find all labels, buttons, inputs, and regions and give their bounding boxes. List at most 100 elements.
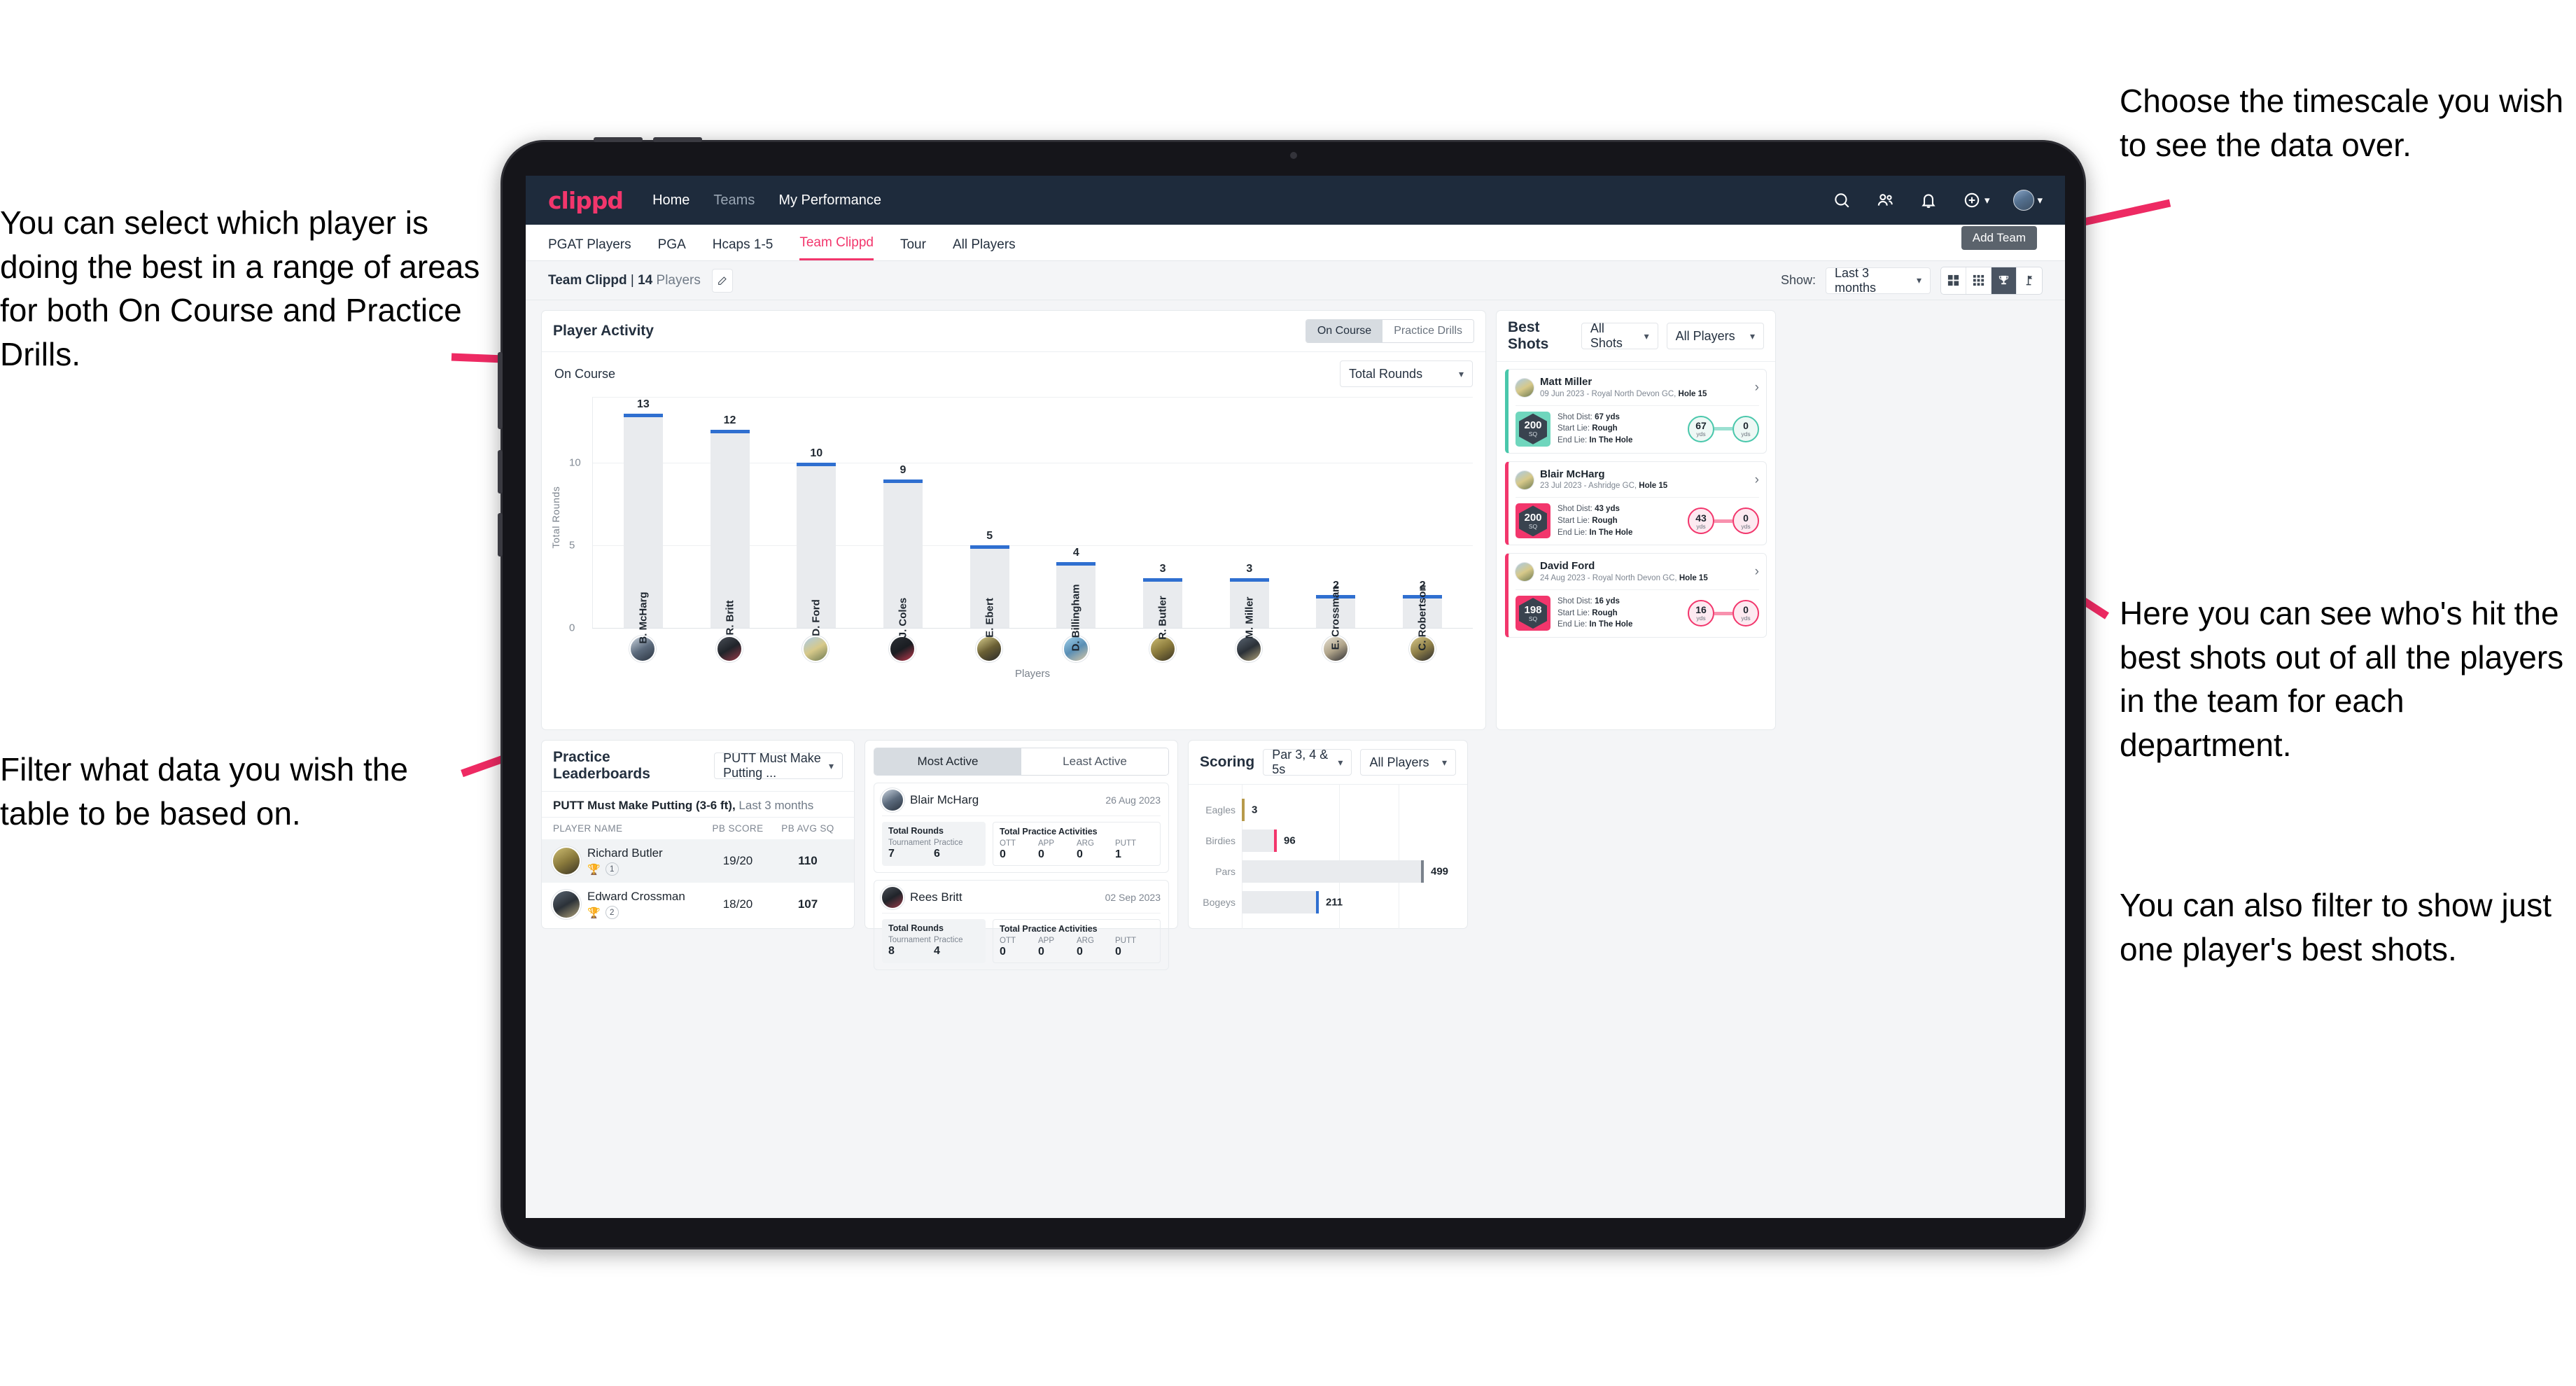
- avatar[interactable]: [802, 636, 830, 662]
- annotation-left-bottom: Filter what data you wish the table to b…: [0, 751, 408, 832]
- chart-bar[interactable]: E. Crossman: [1316, 586, 1356, 650]
- chart-bar-column[interactable]: 2 E. Crossman: [1293, 397, 1380, 650]
- table-row[interactable]: Richard Butler 🏆 1 19/20 110: [542, 839, 854, 883]
- chart-bar[interactable]: E. Ebert: [969, 545, 1009, 638]
- chart-bar[interactable]: D. Billingham: [1056, 561, 1096, 651]
- scoring-bar-row[interactable]: Bogeys 211: [1197, 887, 1459, 918]
- avatar[interactable]: [2013, 190, 2035, 211]
- drill-select[interactable]: PUTT Must Make Putting ... ▾: [714, 751, 843, 780]
- nav-link-home[interactable]: Home: [652, 192, 690, 209]
- tab-tour[interactable]: Tour: [900, 237, 926, 260]
- add-team-tooltip[interactable]: Add Team: [1961, 226, 2037, 250]
- grid-small-icon[interactable]: [1966, 267, 1991, 294]
- scoring-bar-row[interactable]: Birdies 96: [1197, 825, 1459, 856]
- tab-all-players[interactable]: All Players: [953, 237, 1016, 260]
- chart-bar-column[interactable]: 12 R. Britt: [687, 397, 774, 636]
- scoring-bar-row[interactable]: Eagles 3: [1197, 794, 1459, 825]
- grid-large-icon[interactable]: [1941, 267, 1966, 294]
- leaderboard-pb-avg-sq: 110: [798, 854, 818, 867]
- par-select[interactable]: Par 3, 4 & 5s ▾: [1263, 748, 1352, 776]
- chart-bar-value: 10: [810, 447, 823, 460]
- people-icon[interactable]: [1875, 190, 1895, 210]
- activity-player-card[interactable]: Rees Britt 02 Sep 2023 Total Rounds Tournam…: [874, 880, 1169, 970]
- avatar: [1516, 563, 1534, 582]
- metric-select[interactable]: Total Rounds ▾: [1340, 360, 1473, 387]
- player-activity-header: Player Activity On Course Practice Drill…: [542, 311, 1485, 352]
- best-shot-header: Matt Miller 09 Jun 2023 - Royal North Dev…: [1516, 376, 1759, 400]
- chevron-right-icon[interactable]: ›: [1755, 564, 1759, 580]
- chevron-right-icon[interactable]: ›: [1755, 472, 1759, 488]
- search-icon[interactable]: [1832, 190, 1851, 210]
- table-row[interactable]: Edward Crossman 🏆 2 18/20 107: [542, 883, 854, 926]
- chart-bar-column[interactable]: 10 D. Ford: [773, 397, 860, 636]
- best-shot-card[interactable]: Matt Miller 09 Jun 2023 - Royal North Dev…: [1505, 369, 1767, 454]
- chart-bar-column[interactable]: 3 R. Butler: [1119, 397, 1206, 640]
- nav-link-teams[interactable]: Teams: [713, 192, 755, 209]
- chart-bar[interactable]: R. Butler: [1143, 578, 1183, 640]
- shot-start-unit: yds: [1696, 430, 1706, 438]
- timescale-select[interactable]: Last 3 months ▾: [1826, 265, 1931, 295]
- chart-bar-column[interactable]: 2 C. Robertson: [1379, 397, 1466, 651]
- tab-team-clippd[interactable]: Team Clippd: [799, 235, 874, 260]
- account-menu[interactable]: ▾: [2013, 190, 2043, 211]
- best-shots-header: Best Shots All Shots ▾ All Players ▾: [1497, 311, 1775, 362]
- bell-icon[interactable]: [1919, 190, 1938, 210]
- avatar[interactable]: [976, 636, 1003, 662]
- best-shots-type-select[interactable]: All Shots ▾: [1581, 321, 1658, 350]
- add-menu[interactable]: ▾: [1962, 190, 1990, 210]
- annotation-left-top: You can select which player is doing the…: [0, 204, 480, 372]
- chevron-down-icon: ▾: [1984, 195, 1990, 206]
- scoring-player-select[interactable]: All Players ▾: [1360, 749, 1456, 776]
- chart-bar[interactable]: C. Robertson: [1403, 584, 1443, 651]
- activity-card-body: Total Rounds Tournament 8 Practice 4 Total Pr…: [882, 919, 1161, 963]
- tab-hcaps-1-5[interactable]: Hcaps 1-5: [713, 237, 774, 260]
- shot-start-distance: 16 yds: [1688, 600, 1714, 627]
- nav-link-my-performance[interactable]: My Performance: [778, 192, 881, 209]
- best-shot-card[interactable]: Blair McHarg 23 Jul 2023 - Ashridge GC, H…: [1505, 461, 1767, 546]
- timescale-value: Last 3 months: [1835, 265, 1877, 295]
- total-rounds-title: Total Rounds: [888, 923, 944, 933]
- flag-icon[interactable]: [2017, 267, 2042, 294]
- tab-most-active[interactable]: Most Active: [874, 748, 1021, 775]
- segment-on-course[interactable]: On Course: [1306, 320, 1383, 342]
- avatar[interactable]: [889, 636, 916, 662]
- leaderboard-pb-score: 19/20: [722, 854, 753, 867]
- best-shots-player-select[interactable]: All Players ▾: [1666, 323, 1764, 349]
- segment-practice-drills[interactable]: Practice Drills: [1382, 320, 1474, 342]
- chart-bar[interactable]: R. Britt: [710, 430, 750, 636]
- total-practice-values: OTT 0 APP 0 ARG 0 PUTT 0: [1000, 937, 1154, 958]
- rounds-metric-label: Practice: [934, 839, 963, 847]
- chart-bar[interactable]: D. Ford: [797, 463, 836, 636]
- tab-pga[interactable]: PGA: [658, 237, 686, 260]
- chart-bar-column[interactable]: 13 B. McHarg: [600, 397, 687, 644]
- scoring-bar-value: 499: [1431, 865, 1449, 878]
- scoring-bar-label: Pars: [1215, 866, 1236, 877]
- chart-bar-value: 4: [1072, 546, 1079, 559]
- chart-bar-column[interactable]: 4 D. Billingham: [1033, 397, 1120, 651]
- scoring-bar-row[interactable]: Pars 499: [1197, 856, 1459, 887]
- activity-player-card[interactable]: Blair McHarg 26 Aug 2023 Total Rounds Tourn…: [874, 783, 1169, 873]
- clippd-logo[interactable]: clippd: [548, 187, 624, 214]
- pencil-icon[interactable]: [711, 268, 733, 293]
- trophy-icon[interactable]: [1991, 267, 2017, 294]
- annotation-right-middle: Here you can see who's hit the best shot…: [2120, 595, 2564, 763]
- chart-bar[interactable]: M. Miller: [1229, 578, 1269, 639]
- best-shot-details: Shot Dist: 16 yds Start Lie: Rough End Lie…: [1558, 596, 1632, 631]
- chart-bar-column[interactable]: 5 E. Ebert: [946, 397, 1033, 638]
- chart-bar[interactable]: J. Coles: [883, 479, 923, 638]
- avatar[interactable]: [715, 636, 743, 662]
- chart-bar-value: 13: [636, 398, 650, 410]
- chart-bar[interactable]: B. McHarg: [623, 413, 663, 644]
- plus-circle-icon[interactable]: [1962, 190, 1982, 210]
- chart-bar-column[interactable]: 9 J. Coles: [860, 397, 946, 638]
- tab-least-active[interactable]: Least Active: [1021, 748, 1168, 775]
- avatar[interactable]: [1236, 636, 1263, 662]
- tab-pgat-players[interactable]: PGAT Players: [548, 237, 631, 260]
- scoring-bar: [1242, 860, 1424, 883]
- chart-bar-column[interactable]: 3 M. Miller: [1206, 397, 1293, 639]
- chevron-right-icon[interactable]: ›: [1755, 380, 1759, 396]
- best-shot-card[interactable]: David Ford 24 Aug 2023 - Royal North Devo…: [1505, 553, 1767, 638]
- page-title: Player Activity: [553, 323, 654, 339]
- shot-end-distance: 0 yds: [1732, 600, 1759, 627]
- best-shot-details: Shot Dist: 67 yds Start Lie: Rough End Lie…: [1558, 412, 1632, 447]
